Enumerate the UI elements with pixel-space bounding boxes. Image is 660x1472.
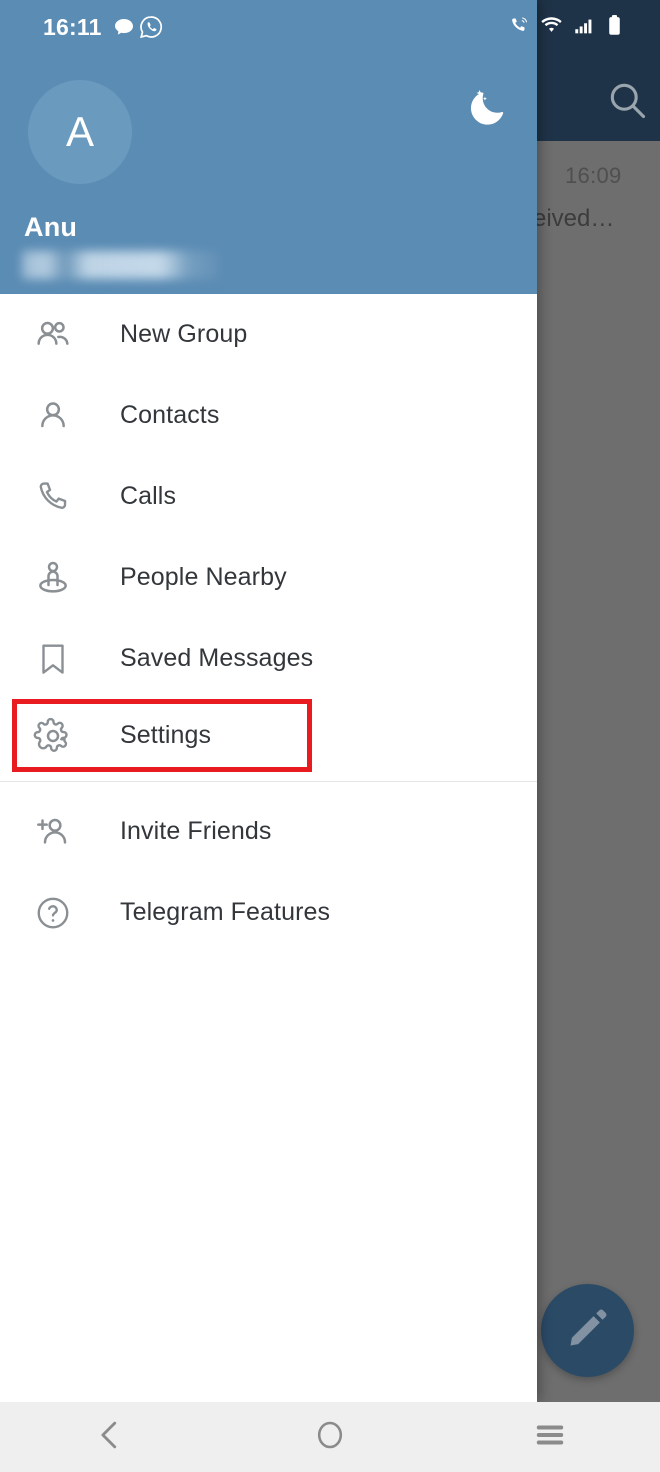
menu-item-label: Contacts [120, 401, 220, 429]
compose-fab-button[interactable] [541, 1284, 634, 1377]
menu-item-calls[interactable]: Calls [0, 456, 537, 537]
two-people-icon [26, 308, 80, 362]
bookmark-icon [26, 632, 80, 686]
menu-item-telegram-features[interactable]: Telegram Features [0, 872, 537, 953]
hamburger-icon [532, 1417, 568, 1458]
android-navigation-bar [0, 1402, 660, 1472]
navigation-drawer: 16:11 A Anu New Group Contacts Calls Peo… [0, 0, 537, 1402]
whatsapp-icon [138, 14, 164, 45]
gear-icon [26, 709, 80, 763]
menu-item-label: Saved Messages [120, 644, 314, 672]
chat-timestamp: 16:09 [565, 163, 622, 188]
battery-icon [605, 14, 624, 42]
circle-icon [312, 1417, 348, 1458]
menu-divider [0, 781, 537, 782]
menu-item-people-nearby[interactable]: People Nearby [0, 537, 537, 618]
chevron-left-icon [91, 1416, 129, 1459]
call-signal-icon [508, 15, 530, 42]
menu-item-label: Calls [120, 482, 177, 510]
drawer-menu-list: New Group Contacts Calls People Nearby S… [0, 294, 537, 953]
menu-item-label: Settings [120, 721, 212, 749]
person-add-icon [26, 805, 80, 859]
search-icon[interactable] [605, 78, 649, 122]
phone-handset-icon [26, 470, 80, 524]
pencil-compose-icon [565, 1305, 611, 1356]
nav-back-button[interactable] [50, 1402, 170, 1472]
nav-home-button[interactable] [270, 1402, 390, 1472]
menu-item-invite-friends[interactable]: Invite Friends [0, 791, 537, 872]
person-on-circle-icon [26, 551, 80, 605]
avatar[interactable]: A [28, 80, 132, 184]
chat-message-snippet: eived… [533, 205, 615, 232]
menu-item-contacts[interactable]: Contacts [0, 375, 537, 456]
menu-item-label: People Nearby [120, 563, 287, 591]
drawer-profile-header: A Anu [0, 55, 537, 311]
menu-item-saved-messages[interactable]: Saved Messages [0, 618, 537, 699]
status-bar-right-icons [508, 14, 624, 42]
person-icon [26, 389, 80, 443]
menu-item-new-group[interactable]: New Group [0, 294, 537, 375]
menu-item-label: Invite Friends [120, 817, 272, 845]
status-bar: 16:11 [0, 0, 537, 55]
message-bubble-icon [112, 16, 136, 45]
cellular-signal-icon [573, 15, 595, 42]
menu-item-label: Telegram Features [120, 898, 331, 926]
avatar-initial: A [65, 108, 94, 155]
profile-phone-redacted [22, 251, 220, 279]
wifi-icon [540, 14, 563, 42]
crescent-moon-icon[interactable] [462, 81, 514, 133]
question-circle-icon [26, 886, 80, 940]
nav-recents-button[interactable] [490, 1402, 610, 1472]
menu-item-settings[interactable]: Settings [12, 699, 312, 772]
profile-name: Anu [24, 212, 78, 242]
menu-item-label: New Group [120, 320, 248, 348]
status-bar-time: 16:11 [43, 14, 102, 40]
